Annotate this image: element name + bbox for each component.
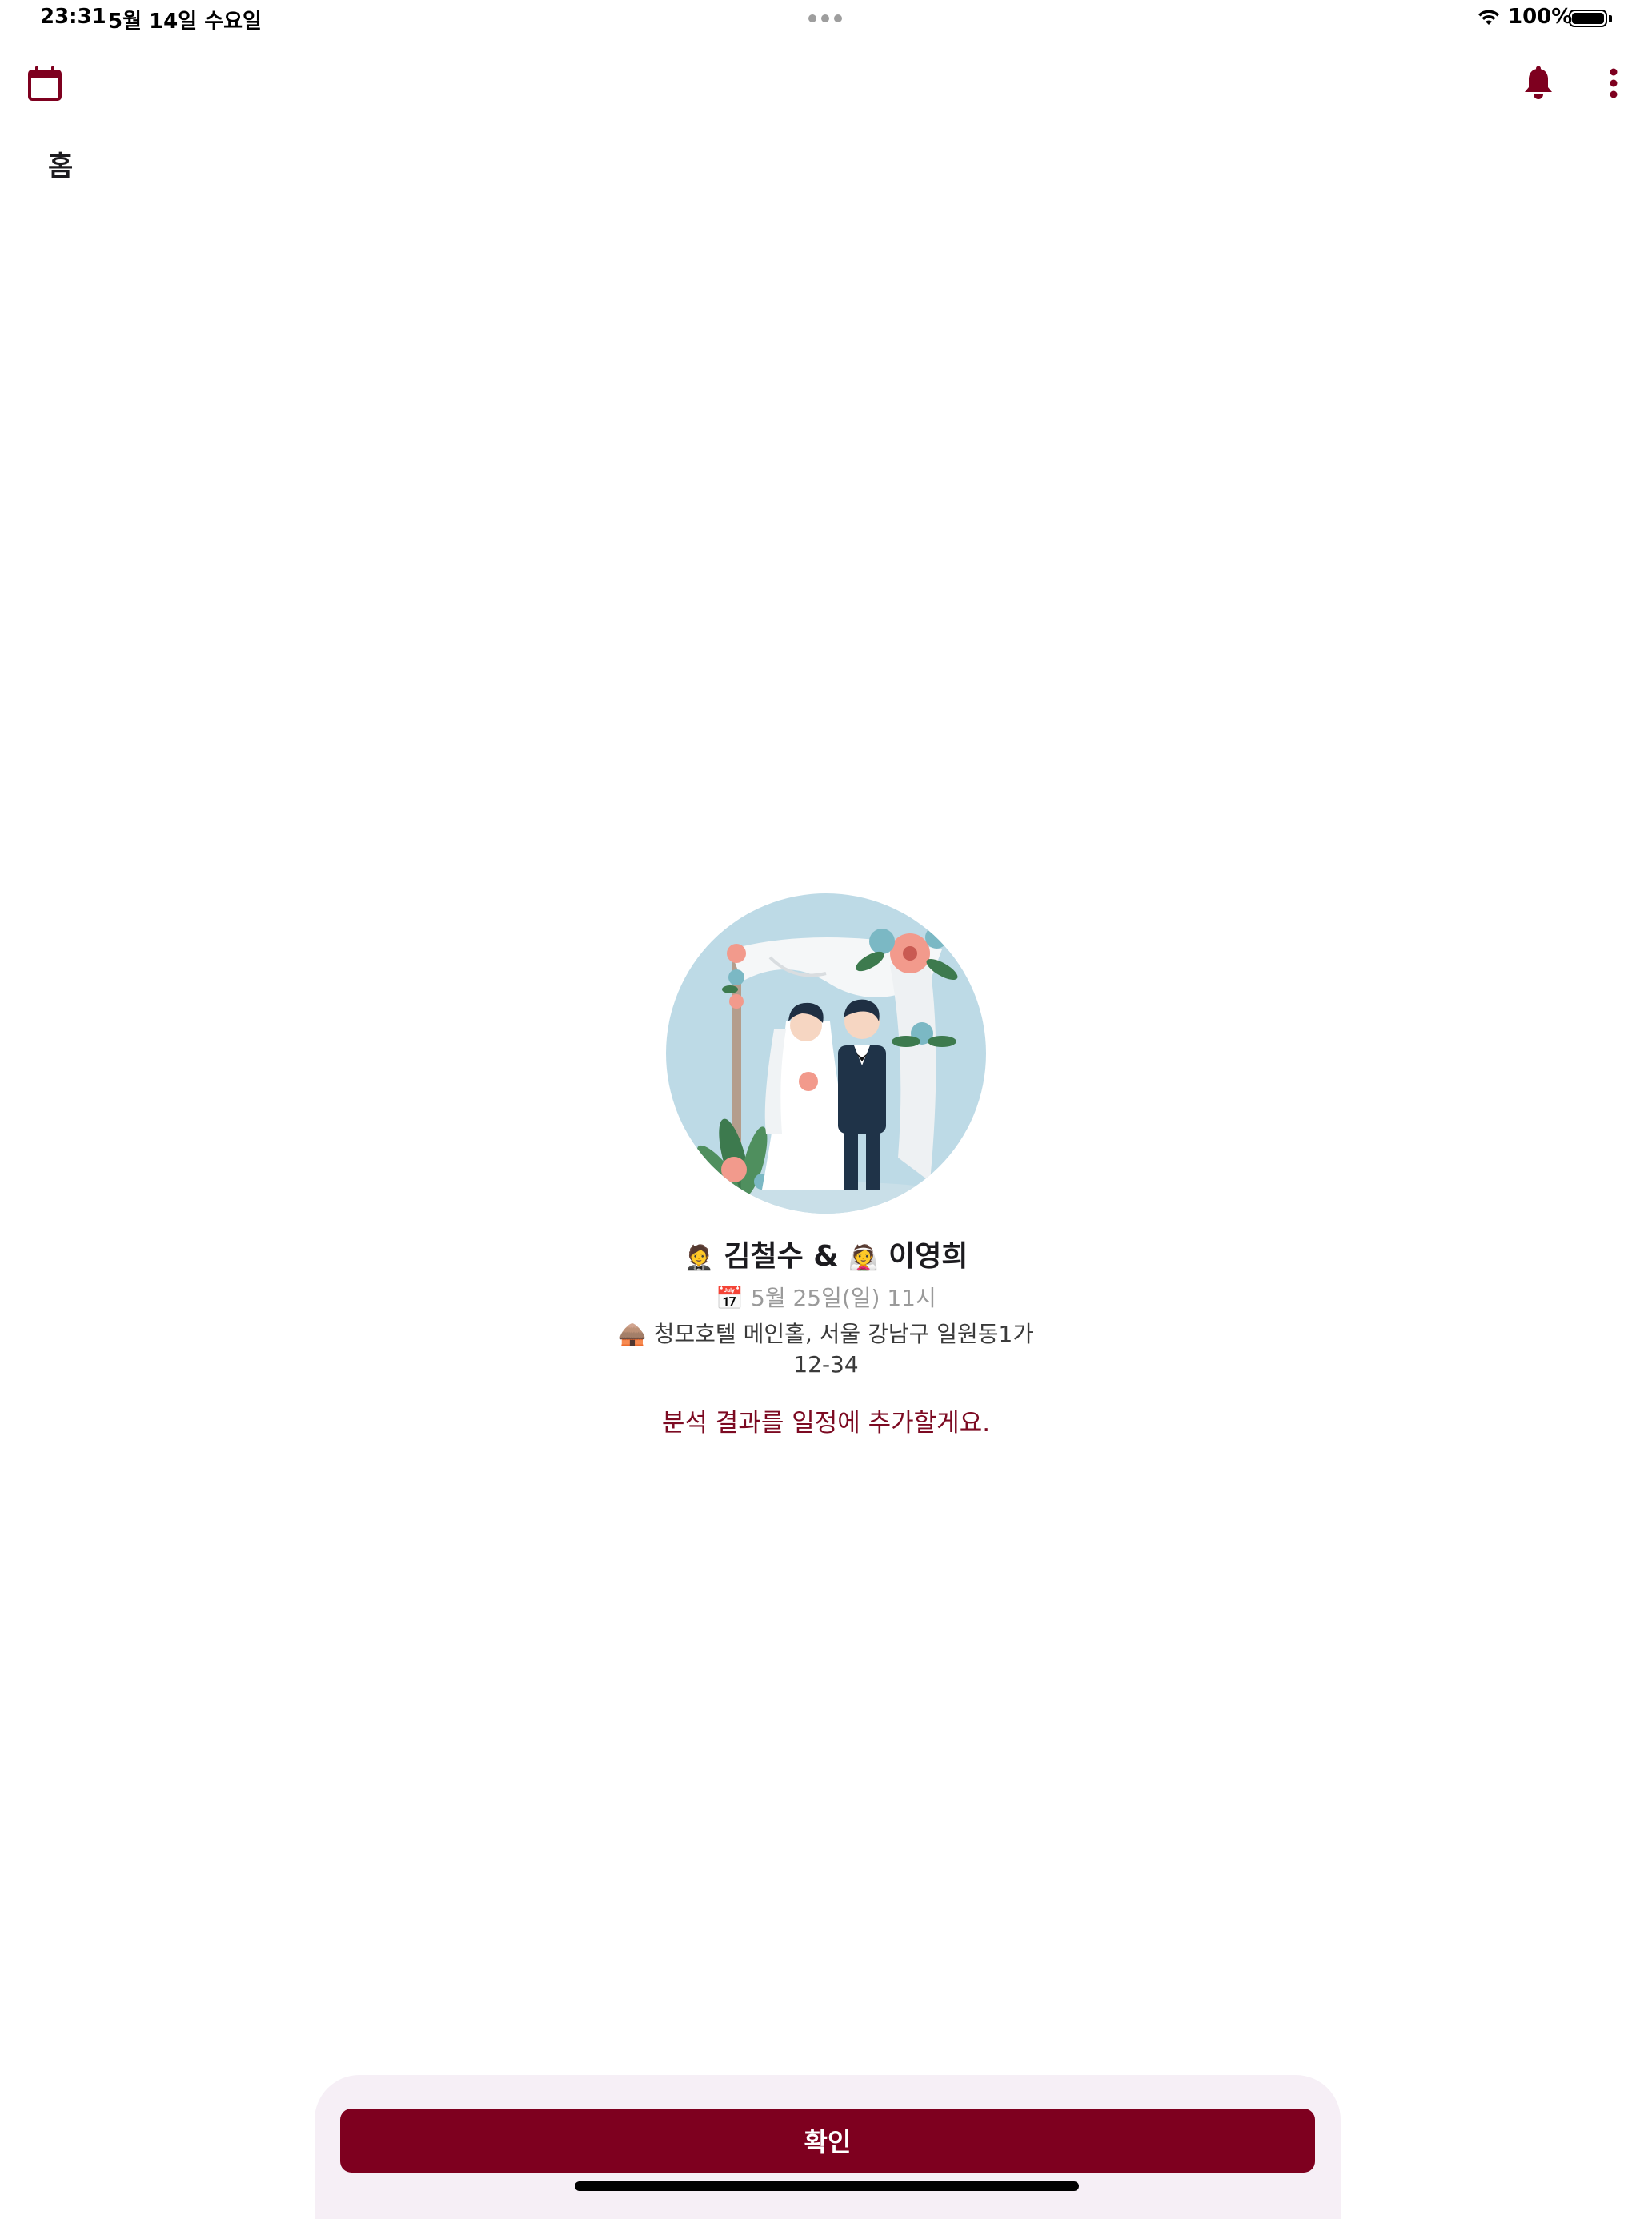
event-address: 🛖 청모호텔 메인홀, 서울 강남구 일원동1가 (0, 1317, 1652, 1349)
hut-emoji-icon: 🛖 (618, 1321, 647, 1347)
event-address-text: 청모호텔 메인홀, 서울 강남구 일원동1가 (653, 1321, 1034, 1347)
ampersand: & (813, 1240, 839, 1273)
home-indicator[interactable] (575, 2181, 1079, 2191)
groom-emoji-icon: 🤵 (684, 1244, 714, 1272)
more-options-button[interactable] (1598, 59, 1630, 107)
status-date: 5월 14일 수요일 (108, 10, 262, 34)
event-datetime: 📅 5월 25일(일) 11시 (0, 1281, 1652, 1313)
status-time: 23:31 (40, 5, 106, 29)
event-address-line2: 12-34 (793, 1351, 859, 1378)
app-bar (0, 56, 1652, 144)
groom-name: 김철수 (724, 1240, 804, 1273)
multitasking-dots-icon[interactable] (808, 14, 845, 22)
calendar-emoji-icon: 📅 (716, 1285, 744, 1311)
calendar-button[interactable] (21, 59, 69, 107)
couple-names: 🤵 김철수 & 👰 이영희 (0, 1233, 1652, 1274)
more-vert-icon (1610, 68, 1618, 98)
status-bar: 23:31 5월 14일 수요일 100% (0, 0, 1652, 38)
battery-icon (1569, 10, 1607, 27)
battery-tip (1609, 15, 1612, 22)
battery-percent: 100% (1508, 5, 1573, 29)
calendar-icon (28, 66, 62, 101)
notifications-button[interactable] (1514, 59, 1562, 107)
notice-text: 분석 결과를 일정에 추가할게요. (661, 1409, 991, 1438)
bride-emoji-icon: 👰 (848, 1244, 879, 1272)
wedding-illustration (666, 893, 986, 1214)
bride-name: 이영희 (888, 1240, 968, 1273)
bell-icon (1525, 66, 1552, 99)
wifi-icon (1478, 10, 1499, 25)
event-datetime-text: 5월 25일(일) 11시 (751, 1285, 936, 1311)
confirm-button[interactable]: 확인 (340, 2109, 1315, 2173)
tab-home[interactable]: 홈 (48, 144, 73, 183)
